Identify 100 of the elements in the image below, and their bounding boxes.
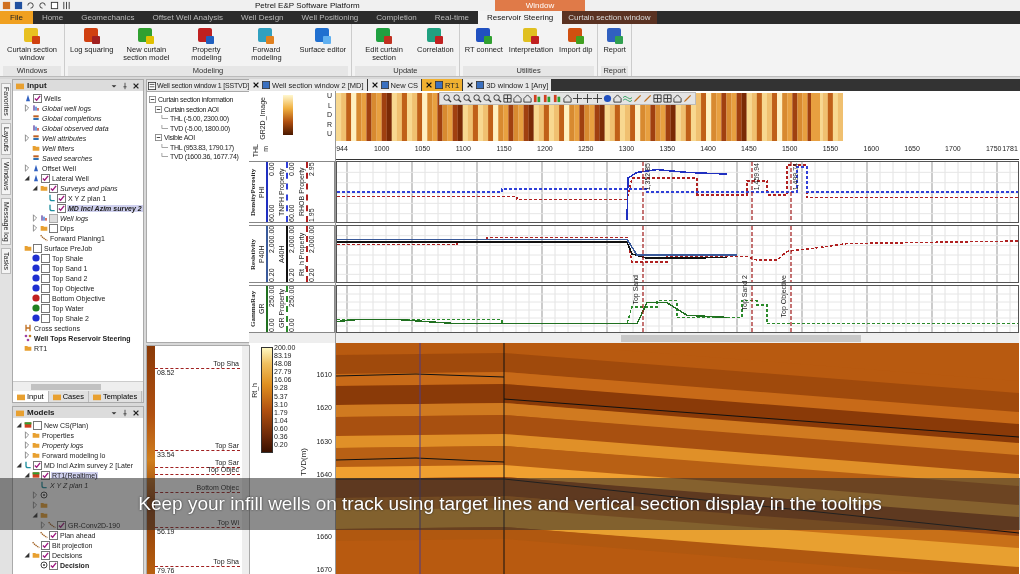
ribbon-tab[interactable]: Geomechanics [72, 11, 144, 24]
collapse-box-icon[interactable] [155, 105, 162, 113]
expand-arrow-icon[interactable] [23, 104, 31, 112]
undo-icon[interactable] [26, 1, 35, 10]
checkbox[interactable] [33, 243, 42, 253]
grid-icon[interactable] [653, 94, 662, 103]
magnifier-icon[interactable] [443, 94, 452, 103]
folder-icon [24, 244, 32, 252]
checkbox[interactable] [57, 193, 66, 203]
surface-dot-icon [32, 284, 40, 292]
ribbon-tab[interactable]: File [0, 11, 33, 24]
pencil-icon[interactable] [683, 94, 692, 103]
checkbox[interactable] [33, 93, 42, 103]
magnifier-icon[interactable] [493, 94, 502, 103]
tool-icon [82, 27, 101, 45]
close-icon[interactable] [132, 81, 140, 90]
folder-icon [17, 392, 25, 401]
panel-title: Input [27, 81, 48, 90]
checkbox[interactable] [41, 173, 50, 183]
checkbox[interactable] [41, 470, 50, 480]
tool-icon [605, 27, 624, 45]
grid-icon[interactable] [503, 94, 512, 103]
columns-icon[interactable] [62, 1, 71, 10]
collapse-arrow-icon[interactable] [31, 184, 39, 192]
bars-icon[interactable] [543, 94, 552, 103]
checkbox[interactable] [49, 560, 58, 570]
crosshair-icon[interactable] [593, 94, 602, 103]
collapse-arrow-icon[interactable] [23, 551, 31, 559]
collapse-arrow-icon[interactable] [23, 471, 31, 479]
ribbon-tab[interactable]: Completion [367, 11, 426, 24]
ribbon-tab[interactable]: Well Design [232, 11, 293, 24]
magnifier-icon[interactable] [463, 94, 472, 103]
crosshair-icon[interactable] [573, 94, 582, 103]
magnifier-icon[interactable] [453, 94, 462, 103]
checkbox[interactable] [49, 223, 58, 233]
close-icon[interactable] [370, 81, 379, 89]
checkbox[interactable] [41, 263, 50, 273]
scrollbar[interactable] [13, 381, 143, 391]
close-icon[interactable] [132, 408, 140, 417]
ribbon-tab[interactable]: Reservoir Steering [478, 11, 563, 24]
checkbox[interactable] [41, 550, 50, 560]
checkbox[interactable] [49, 183, 58, 193]
checkbox[interactable] [41, 253, 50, 263]
ribbon-tab[interactable]: Home [32, 11, 73, 24]
stack-icon [32, 114, 40, 122]
grid-icon[interactable] [663, 94, 672, 103]
tool-icon [426, 27, 445, 45]
checkbox[interactable] [41, 540, 50, 550]
magnifier-icon[interactable] [473, 94, 482, 103]
checkbox[interactable] [41, 303, 50, 313]
folder-icon [52, 392, 61, 401]
well-top-line [642, 225, 644, 283]
blank-page-icon[interactable] [50, 1, 59, 10]
log-chart-icon [40, 214, 48, 222]
collapse-box-icon[interactable] [155, 134, 162, 142]
scrollbar[interactable] [249, 333, 336, 343]
folder-icon [40, 184, 48, 192]
dot-icon[interactable] [603, 94, 612, 103]
section-window-icon [148, 81, 156, 90]
checkbox[interactable] [41, 283, 50, 293]
well-top-line [751, 225, 753, 283]
square-icon[interactable] [2, 1, 11, 10]
checkbox[interactable] [57, 520, 66, 530]
save-icon[interactable] [14, 1, 23, 10]
ribbon-tab[interactable]: Offset Well Analysis [143, 11, 232, 24]
checkbox[interactable] [49, 530, 58, 540]
expand-arrow-icon[interactable] [23, 441, 31, 449]
checkbox[interactable] [41, 273, 50, 283]
expand-arrow-icon[interactable] [23, 134, 31, 142]
axis-label: TVD(m) [299, 448, 308, 476]
checkbox[interactable] [33, 460, 42, 470]
bars-icon[interactable] [553, 94, 562, 103]
collapse-box-icon[interactable] [149, 96, 156, 104]
checkbox[interactable] [41, 313, 50, 323]
close-icon[interactable] [466, 81, 475, 89]
ribbon-tab[interactable]: Well Positioning [292, 11, 368, 24]
expand-arrow-icon[interactable] [31, 224, 39, 232]
ribbon-tab[interactable]: Real-time [425, 11, 479, 24]
scrollbar[interactable] [336, 333, 1019, 343]
tool-icon [474, 27, 493, 45]
cross-section-icon [24, 324, 32, 332]
house-icon[interactable] [563, 94, 572, 103]
pin-icon[interactable] [121, 408, 129, 417]
surface-dot-icon [32, 304, 40, 312]
collapse-arrow-icon[interactable] [15, 461, 23, 469]
magnifier-icon[interactable] [483, 94, 492, 103]
redo-icon[interactable] [38, 1, 47, 10]
house-icon[interactable] [613, 94, 622, 103]
panel-title: Models [27, 408, 56, 417]
collapse-arrow-icon[interactable] [23, 174, 31, 182]
ribbon-tab[interactable]: Curtain section window [562, 11, 657, 24]
checkbox[interactable] [57, 203, 66, 213]
close-icon[interactable] [252, 81, 260, 89]
crosshair-icon[interactable] [583, 94, 592, 103]
collapse-arrow-icon[interactable] [15, 421, 23, 429]
pin-icon[interactable] [121, 81, 129, 90]
checkbox[interactable] [41, 293, 50, 303]
bars-icon[interactable] [533, 94, 542, 103]
close-icon[interactable] [425, 81, 434, 89]
checkbox[interactable] [33, 420, 42, 430]
